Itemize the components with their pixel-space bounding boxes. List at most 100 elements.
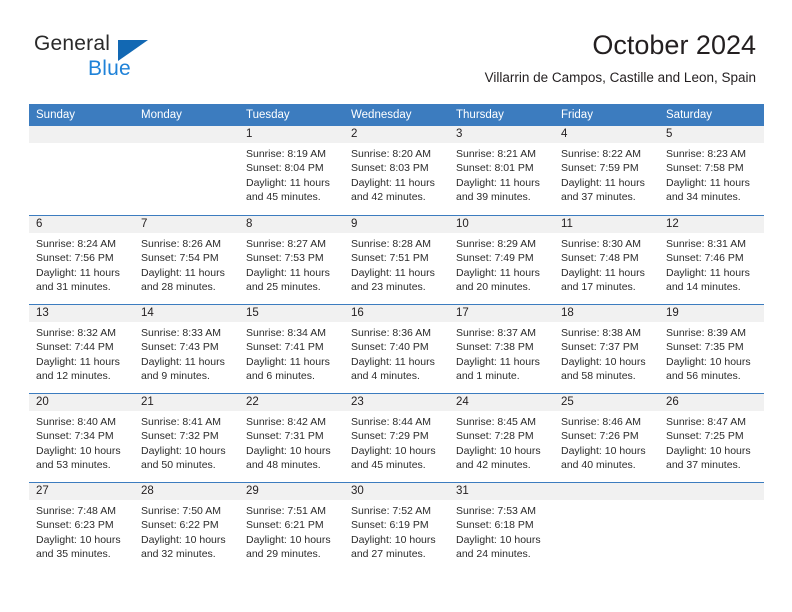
calendar-day-cell[interactable]: 11 Sunrise: 8:30 AM Sunset: 7:48 PM Dayligh… [554, 216, 659, 304]
day-number: 14 [134, 305, 239, 322]
day-number [134, 126, 239, 143]
day-number: 10 [449, 216, 554, 233]
calendar-day-cell[interactable]: 8 Sunrise: 8:27 AM Sunset: 7:53 PM Daylight… [239, 216, 344, 304]
weekday-header-saturday: Saturday [666, 109, 713, 121]
calendar-day-cell[interactable]: 18 Sunrise: 8:38 AM Sunset: 7:37 PM Dayligh… [554, 305, 659, 393]
day-number: 26 [659, 394, 764, 411]
weekday-header-monday: Monday [141, 109, 182, 121]
calendar-day-cell[interactable]: 25 Sunrise: 8:46 AM Sunset: 7:26 PM Dayligh… [554, 394, 659, 482]
sunset-text: Sunset: 7:31 PM [246, 430, 324, 443]
day-number: 31 [449, 483, 554, 500]
calendar-day-cell[interactable]: 21 Sunrise: 8:41 AM Sunset: 7:32 PM Dayligh… [134, 394, 239, 482]
day-number: 28 [134, 483, 239, 500]
calendar-day-cell[interactable]: 12 Sunrise: 8:31 AM Sunset: 7:46 PM Dayligh… [659, 216, 764, 304]
daylight-text: Daylight: 11 hours and 28 minutes. [141, 266, 225, 294]
calendar-day-cell[interactable]: 24 Sunrise: 8:45 AM Sunset: 7:28 PM Dayligh… [449, 394, 554, 482]
day-number: 23 [344, 394, 449, 411]
calendar-day-cell[interactable]: 2 Sunrise: 8:20 AM Sunset: 8:03 PM Daylight… [344, 126, 449, 215]
daylight-text: Daylight: 11 hours and 6 minutes. [246, 355, 330, 383]
sunrise-text: Sunrise: 8:21 AM [456, 148, 536, 160]
calendar-day-cell[interactable]: 7 Sunrise: 8:26 AM Sunset: 7:54 PM Daylight… [134, 216, 239, 304]
day-sun-info: Sunrise: 7:51 AM Sunset: 6:21 PM Daylight:… [239, 500, 344, 562]
calendar-day-cell[interactable]: 15 Sunrise: 8:34 AM Sunset: 7:41 PM Dayligh… [239, 305, 344, 393]
calendar-day-cell[interactable]: 3 Sunrise: 8:21 AM Sunset: 8:01 PM Daylight… [449, 126, 554, 215]
calendar-day-cell[interactable]: 6 Sunrise: 8:24 AM Sunset: 7:56 PM Daylight… [29, 216, 134, 304]
day-sun-info: Sunrise: 8:45 AM Sunset: 7:28 PM Daylight:… [449, 411, 554, 473]
calendar-day-cell[interactable]: 31 Sunrise: 7:53 AM Sunset: 6:18 PM Dayligh… [449, 483, 554, 571]
weekday-header-thursday: Thursday [456, 109, 504, 121]
sunrise-text: Sunrise: 8:34 AM [246, 327, 326, 339]
day-number: 21 [134, 394, 239, 411]
calendar-day-cell[interactable]: 10 Sunrise: 8:29 AM Sunset: 7:49 PM Dayligh… [449, 216, 554, 304]
daylight-text: Daylight: 11 hours and 17 minutes. [561, 266, 645, 294]
calendar-day-cell[interactable]: 1 Sunrise: 8:19 AM Sunset: 8:04 PM Daylight… [239, 126, 344, 215]
daylight-text: Daylight: 10 hours and 27 minutes. [351, 533, 436, 561]
sunrise-text: Sunrise: 8:44 AM [351, 416, 431, 428]
day-number: 6 [29, 216, 134, 233]
daylight-text: Daylight: 10 hours and 58 minutes. [561, 355, 646, 383]
sunrise-text: Sunrise: 8:42 AM [246, 416, 326, 428]
sunset-text: Sunset: 6:21 PM [246, 519, 324, 532]
calendar-day-cell[interactable]: 17 Sunrise: 8:37 AM Sunset: 7:38 PM Dayligh… [449, 305, 554, 393]
day-number: 22 [239, 394, 344, 411]
calendar-day-cell[interactable]: 22 Sunrise: 8:42 AM Sunset: 7:31 PM Dayligh… [239, 394, 344, 482]
sunrise-text: Sunrise: 7:50 AM [141, 505, 221, 517]
sunrise-text: Sunrise: 8:47 AM [666, 416, 746, 428]
day-sun-info: Sunrise: 8:24 AM Sunset: 7:56 PM Daylight:… [29, 233, 134, 295]
day-sun-info: Sunrise: 8:19 AM Sunset: 8:04 PM Daylight:… [239, 143, 344, 205]
day-sun-info: Sunrise: 8:41 AM Sunset: 7:32 PM Daylight:… [134, 411, 239, 473]
daylight-text: Daylight: 10 hours and 53 minutes. [36, 444, 121, 472]
calendar-day-cell[interactable]: 14 Sunrise: 8:33 AM Sunset: 7:43 PM Dayligh… [134, 305, 239, 393]
calendar-day-cell-empty [554, 483, 659, 571]
sunrise-text: Sunrise: 8:29 AM [456, 238, 536, 250]
calendar-day-cell[interactable]: 23 Sunrise: 8:44 AM Sunset: 7:29 PM Dayligh… [344, 394, 449, 482]
weekday-header-row: Sunday Monday Tuesday Wednesday Thursday… [29, 104, 764, 126]
sunset-text: Sunset: 7:58 PM [666, 162, 744, 175]
calendar-day-cell[interactable]: 26 Sunrise: 8:47 AM Sunset: 7:25 PM Dayligh… [659, 394, 764, 482]
day-number: 12 [659, 216, 764, 233]
calendar-day-cell[interactable]: 13 Sunrise: 8:32 AM Sunset: 7:44 PM Dayligh… [29, 305, 134, 393]
calendar-day-cell[interactable]: 4 Sunrise: 8:22 AM Sunset: 7:59 PM Daylight… [554, 126, 659, 215]
sunset-text: Sunset: 7:44 PM [36, 341, 114, 354]
daylight-text: Daylight: 10 hours and 35 minutes. [36, 533, 121, 561]
day-sun-info: Sunrise: 8:29 AM Sunset: 7:49 PM Daylight:… [449, 233, 554, 295]
general-blue-logo[interactable]: General Blue [34, 32, 214, 84]
sunset-text: Sunset: 7:25 PM [666, 430, 744, 443]
sunrise-text: Sunrise: 8:37 AM [456, 327, 536, 339]
sunrise-text: Sunrise: 8:31 AM [666, 238, 746, 250]
sunrise-text: Sunrise: 8:32 AM [36, 327, 116, 339]
calendar-week-row: 27 Sunrise: 7:48 AM Sunset: 6:23 PM Dayligh… [29, 482, 764, 571]
sunset-text: Sunset: 7:46 PM [666, 252, 744, 265]
sunset-text: Sunset: 8:03 PM [351, 162, 429, 175]
day-number: 30 [344, 483, 449, 500]
calendar-day-cell[interactable]: 19 Sunrise: 8:39 AM Sunset: 7:35 PM Dayligh… [659, 305, 764, 393]
calendar-day-cell[interactable]: 27 Sunrise: 7:48 AM Sunset: 6:23 PM Dayligh… [29, 483, 134, 571]
sunset-text: Sunset: 6:23 PM [36, 519, 114, 532]
daylight-text: Daylight: 11 hours and 31 minutes. [36, 266, 120, 294]
day-sun-info: Sunrise: 8:40 AM Sunset: 7:34 PM Daylight:… [29, 411, 134, 473]
sunset-text: Sunset: 7:56 PM [36, 252, 114, 265]
calendar-day-cell[interactable]: 16 Sunrise: 8:36 AM Sunset: 7:40 PM Dayligh… [344, 305, 449, 393]
sunset-text: Sunset: 7:48 PM [561, 252, 639, 265]
sunset-text: Sunset: 7:28 PM [456, 430, 534, 443]
daylight-text: Daylight: 11 hours and 14 minutes. [666, 266, 750, 294]
sunrise-text: Sunrise: 7:52 AM [351, 505, 431, 517]
day-number: 4 [554, 126, 659, 143]
calendar-day-cell[interactable]: 30 Sunrise: 7:52 AM Sunset: 6:19 PM Dayligh… [344, 483, 449, 571]
calendar-day-cell[interactable]: 20 Sunrise: 8:40 AM Sunset: 7:34 PM Dayligh… [29, 394, 134, 482]
sunrise-text: Sunrise: 8:38 AM [561, 327, 641, 339]
day-number [29, 126, 134, 143]
calendar-day-cell[interactable]: 5 Sunrise: 8:23 AM Sunset: 7:58 PM Daylight… [659, 126, 764, 215]
calendar-day-cell[interactable]: 29 Sunrise: 7:51 AM Sunset: 6:21 PM Dayligh… [239, 483, 344, 571]
daylight-text: Daylight: 11 hours and 1 minute. [456, 355, 540, 383]
calendar-day-cell[interactable]: 28 Sunrise: 7:50 AM Sunset: 6:22 PM Dayligh… [134, 483, 239, 571]
title-block: October 2024 Villarrin de Campos, Castil… [485, 28, 756, 88]
calendar-day-cell[interactable]: 9 Sunrise: 8:28 AM Sunset: 7:51 PM Daylight… [344, 216, 449, 304]
day-sun-info: Sunrise: 7:50 AM Sunset: 6:22 PM Daylight:… [134, 500, 239, 562]
sunset-text: Sunset: 7:53 PM [246, 252, 324, 265]
day-sun-info: Sunrise: 8:42 AM Sunset: 7:31 PM Daylight:… [239, 411, 344, 473]
calendar-day-cell-empty [134, 126, 239, 215]
daylight-text: Daylight: 10 hours and 32 minutes. [141, 533, 226, 561]
day-sun-info: Sunrise: 8:38 AM Sunset: 7:37 PM Daylight:… [554, 322, 659, 384]
sunrise-text: Sunrise: 8:22 AM [561, 148, 641, 160]
